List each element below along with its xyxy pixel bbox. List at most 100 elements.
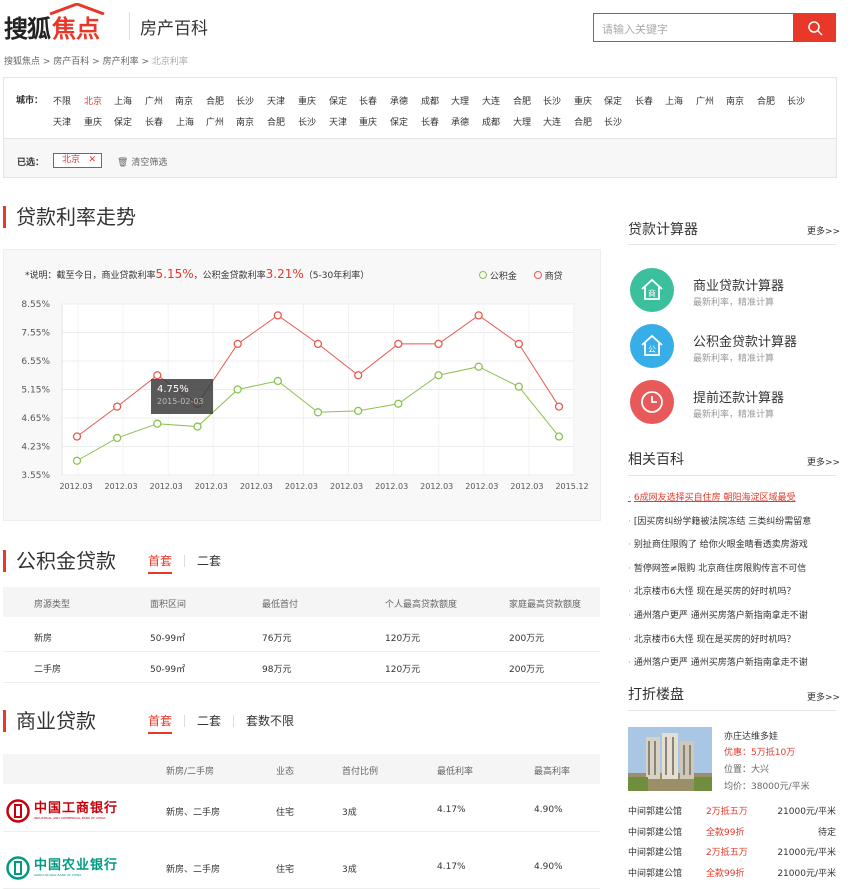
tab-second-home[interactable]: 二套 (185, 555, 233, 567)
x-tick-label: 2012.03 (285, 482, 318, 491)
discount-title: 打折楼盘 (628, 687, 684, 703)
city-option[interactable]: 大理 (513, 115, 531, 128)
site-title[interactable]: 房产百科 (140, 14, 208, 39)
tab-second-home[interactable]: 二套 (185, 715, 235, 727)
fund-loan-tabs: 首套 二套 (148, 554, 233, 574)
city-option[interactable]: 广州 (696, 94, 714, 107)
x-tick-label: 2012.03 (465, 482, 498, 491)
city-option[interactable]: 长春 (359, 94, 377, 107)
city-option[interactable]: 承德 (390, 94, 408, 107)
wiki-link[interactable]: · 通州落户更严 通州买房落户新指南拿走不谢 (628, 608, 836, 621)
calculator-more-link[interactable]: 更多>> (807, 224, 840, 237)
city-option[interactable]: 重庆 (574, 94, 592, 107)
breadcrumb-item[interactable]: 房产利率 (103, 57, 139, 67)
city-option[interactable]: 成都 (482, 115, 500, 128)
x-tick-label: 2012.03 (105, 482, 138, 491)
city-option[interactable]: 长沙 (787, 94, 805, 107)
legend-commercial-icon (533, 271, 542, 279)
wiki-link[interactable]: · [因买房纠纷学籍被法院冻结 三类纠纷需留意 (628, 514, 836, 527)
table-cell: 住宅 (276, 865, 295, 875)
calculator-name: 提前还款计算器 (693, 391, 785, 406)
featured-location: 位置：大兴 (724, 765, 770, 775)
tab-first-home[interactable]: 首套 (148, 554, 186, 574)
city-option[interactable]: 长春 (421, 115, 439, 128)
city-option[interactable]: 重庆 (298, 94, 316, 107)
data-point (313, 408, 323, 417)
wiki-link[interactable]: · 暂停网签≠限购 北京商住房限购传言不可信 (628, 561, 836, 574)
city-option[interactable]: 长春 (145, 115, 163, 128)
tab-any-count[interactable]: 套数不限 (234, 715, 306, 727)
city-option[interactable]: 大连 (482, 94, 500, 107)
city-option[interactable]: 大理 (451, 94, 469, 107)
city-option[interactable]: 南京 (726, 94, 744, 107)
breadcrumb-item[interactable]: 搜狐焦点 (4, 57, 40, 67)
table-cell: 4.17% (437, 805, 466, 815)
city-option[interactable]: 长沙 (298, 115, 316, 128)
city-option[interactable]: 合肥 (206, 94, 224, 107)
city-option[interactable]: 成都 (421, 94, 439, 107)
x-tick-label: 2012.03 (420, 482, 453, 491)
data-point (514, 339, 523, 349)
city-option[interactable]: 合肥 (267, 115, 285, 128)
table-cell: 50-99㎡ (150, 665, 186, 675)
city-option[interactable]: 大连 (543, 115, 561, 128)
tab-first-home[interactable]: 首套 (148, 714, 186, 734)
city-option[interactable]: 重庆 (359, 115, 377, 128)
city-option[interactable]: 保定 (390, 115, 408, 128)
city-option[interactable]: 合肥 (574, 115, 592, 128)
city-option[interactable]: 长春 (635, 94, 653, 107)
clear-filter-button[interactable]: 🗑 清空筛选 (117, 155, 167, 168)
site-logo[interactable]: 搜狐 焦点 (4, 2, 105, 44)
selected-tag[interactable]: 北京 ✕ (53, 153, 102, 168)
legend-fund-icon (479, 271, 487, 279)
city-option[interactable]: 上海 (665, 94, 683, 107)
wiki-link[interactable]: · 北京楼市6大怪 现在是买房的好时机吗？ (628, 584, 836, 597)
city-option[interactable]: 广州 (145, 94, 163, 107)
wiki-link[interactable]: · 别扯商住限购了 给你火眼金睛看透卖房游戏 (628, 537, 836, 550)
table-header-cell: 最低首付 (262, 600, 299, 610)
featured-name[interactable]: 亦庄达维多娃 (724, 729, 778, 742)
city-option[interactable]: 保定 (329, 94, 347, 107)
city-option[interactable]: 天津 (329, 115, 347, 128)
wiki-more-link[interactable]: 更多>> (807, 455, 840, 468)
city-option[interactable]: 不限 (53, 94, 71, 107)
search-input[interactable]: 请输入关键字 (593, 13, 794, 42)
y-tick-label: 3.55% (21, 471, 50, 481)
city-option[interactable]: 合肥 (757, 94, 775, 107)
y-tick-label: 7.55% (21, 329, 50, 339)
wiki-link[interactable]: · 北京楼市6大怪 现在是买房的好时机吗？ (628, 632, 836, 645)
data-point (72, 432, 82, 441)
city-option[interactable]: 合肥 (513, 94, 531, 107)
wiki-link-text: 通州落户更严 通州买房落户新指南拿走不谢 (633, 658, 808, 669)
city-option[interactable]: 保定 (114, 115, 132, 128)
wiki-link-text: [因买房纠纷学籍被法院冻结 三类纠纷需留意 (633, 516, 812, 527)
city-option[interactable]: 南京 (236, 115, 254, 128)
city-option[interactable]: 南京 (175, 94, 193, 107)
city-option[interactable]: 上海 (176, 115, 194, 128)
city-option[interactable]: 长沙 (604, 115, 622, 128)
table-header-cell: 新房/二手房 (166, 767, 215, 777)
discount-more-link[interactable]: 更多>> (807, 690, 840, 703)
calculator-subtitle: 最新利率，精准计算 (693, 354, 775, 364)
table-header-cell: 最低利率 (437, 767, 474, 777)
wiki-link[interactable]: · 6成网友选择买自住房 朝阳海淀区域最受 (628, 490, 836, 503)
legend-commercial[interactable]: 商贷 (545, 272, 563, 282)
city-option[interactable]: 长沙 (236, 94, 254, 107)
property-photo[interactable] (628, 727, 712, 791)
search-button[interactable] (794, 13, 836, 42)
wiki-link[interactable]: · 通州落户更严 通州买房落户新指南拿走不谢 (628, 655, 836, 668)
city-option[interactable]: 天津 (267, 94, 285, 107)
city-option[interactable]: 北京 (84, 94, 102, 107)
city-option[interactable]: 承德 (451, 115, 469, 128)
city-option[interactable]: 广州 (206, 115, 224, 128)
city-option[interactable]: 保定 (604, 94, 622, 107)
legend-fund[interactable]: 公积金 (490, 272, 517, 282)
data-point (434, 371, 443, 380)
breadcrumb-item[interactable]: 房产百科 (53, 57, 89, 67)
close-icon[interactable]: ✕ (88, 154, 96, 167)
bank-logo: 中国农业银行 AGRICULTURAL BANK OF CHINA (6, 856, 118, 880)
city-option[interactable]: 重庆 (84, 115, 102, 128)
city-option[interactable]: 天津 (53, 115, 71, 128)
city-option[interactable]: 上海 (114, 94, 132, 107)
city-option[interactable]: 长沙 (543, 94, 561, 107)
